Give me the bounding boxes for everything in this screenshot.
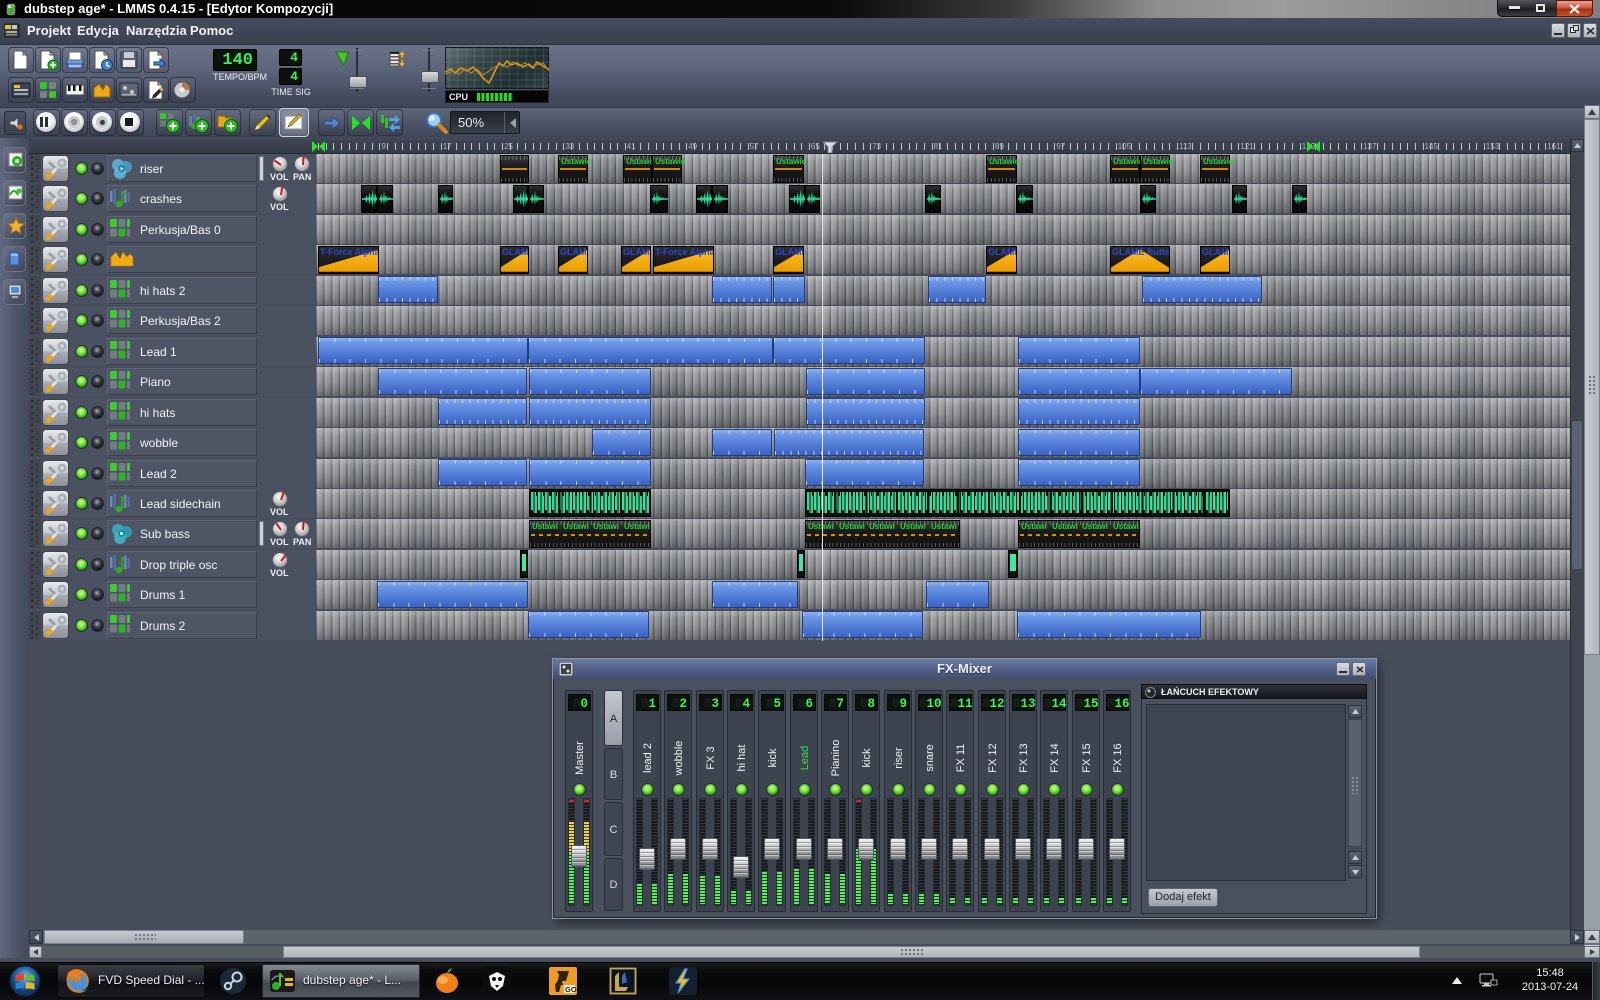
svg-text:GO: GO <box>565 985 577 994</box>
